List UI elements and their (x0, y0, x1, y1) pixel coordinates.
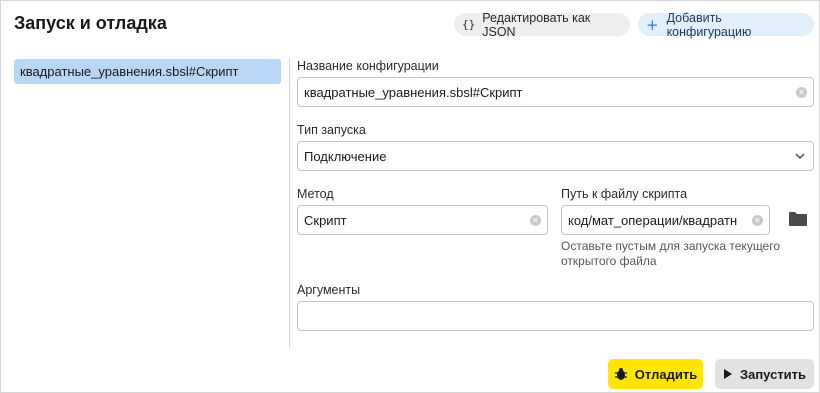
debug-button-label: Отладить (634, 366, 698, 382)
configuration-list: квадратные_уравнения.sbsl#Скрипт (14, 59, 281, 347)
clear-icon[interactable]: ✕ (752, 214, 763, 226)
add-configuration-label: Добавить конфигурацию (666, 10, 752, 39)
add-configuration-button[interactable]: + Добавить конфигурацию (638, 10, 814, 39)
edit-as-json-label: Редактировать как JSON (482, 10, 591, 39)
folder-icon[interactable] (788, 210, 808, 228)
script-path-value: код/мат_операции/квадратн (568, 212, 738, 228)
config-name-value: квадратные_уравнения.sbsl#Скрипт (304, 84, 523, 100)
panel-divider (289, 58, 290, 347)
method-label: Метод (297, 187, 334, 201)
config-name-label: Название конфигурации (297, 59, 439, 73)
page-title: Запуск и отладка (14, 13, 167, 33)
arguments-field[interactable] (297, 301, 814, 331)
method-value: Скрипт (304, 212, 347, 228)
launch-type-label: Тип запуска (297, 123, 366, 137)
launch-debug-panel: Запуск и отладка {} Редактировать как JS… (0, 0, 820, 393)
clear-icon[interactable]: ✕ (530, 214, 541, 226)
method-field[interactable]: Скрипт ✕ (297, 205, 548, 235)
arguments-label: Аргументы (297, 283, 361, 297)
script-path-field[interactable]: код/мат_операции/квадратн ✕ (561, 205, 770, 235)
debug-button[interactable]: Отладить (608, 359, 703, 389)
script-path-label: Путь к файлу скрипта (561, 187, 688, 201)
configuration-list-item-label: квадратные_уравнения.sbsl#Скрипт (20, 64, 239, 79)
braces-icon: {} (462, 18, 476, 31)
configuration-list-item[interactable]: квадратные_уравнения.sbsl#Скрипт (14, 59, 281, 84)
run-button[interactable]: Запустить (715, 359, 814, 389)
script-path-hint: Оставьте пустым для запуска текущего отк… (561, 239, 781, 268)
bug-icon (614, 367, 628, 381)
plus-icon: + (646, 15, 659, 34)
run-button-label: Запустить (739, 366, 807, 382)
launch-type-value: Подключение (304, 148, 387, 164)
chevron-down-icon[interactable] (793, 149, 807, 163)
clear-icon[interactable]: ✕ (796, 86, 807, 98)
edit-as-json-button[interactable]: {} Редактировать как JSON (454, 10, 630, 39)
config-name-field[interactable]: квадратные_уравнения.sbsl#Скрипт ✕ (297, 77, 814, 107)
launch-type-select[interactable]: Подключение (297, 141, 814, 171)
play-icon (723, 368, 733, 380)
